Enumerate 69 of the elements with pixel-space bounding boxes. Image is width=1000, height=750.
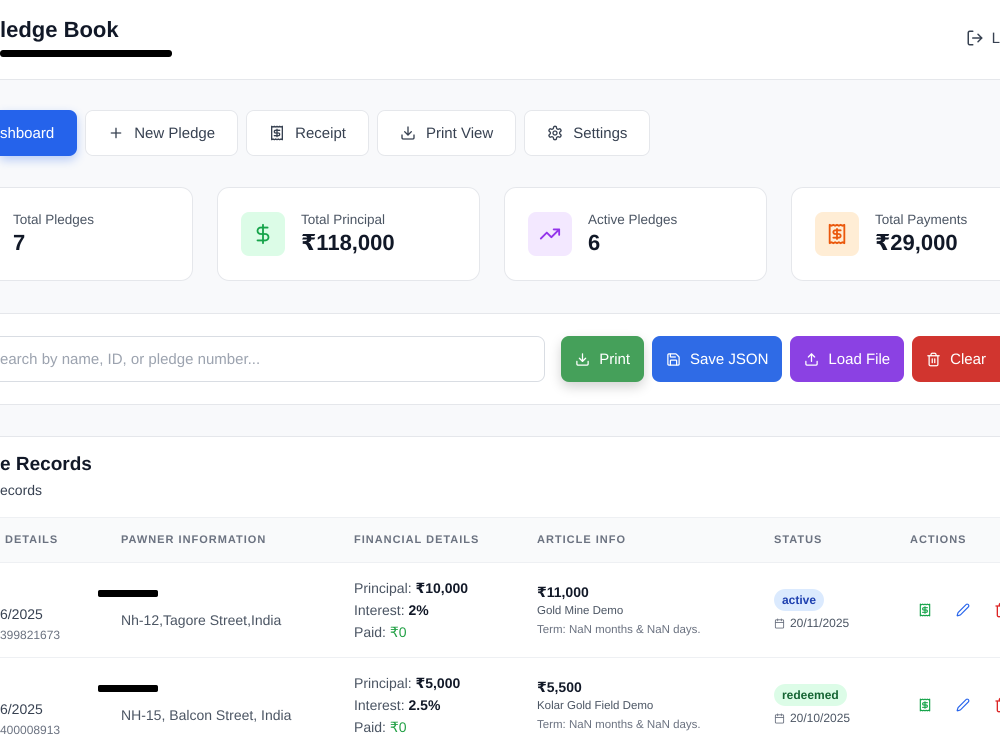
article-value: ₹5,500 — [537, 678, 583, 696]
dollar-icon — [241, 212, 285, 256]
interest-line: Interest: 2% — [354, 601, 430, 620]
toolbar-button[interactable]: Save JSON — [652, 336, 782, 382]
nav-button[interactable]: Receipt — [246, 110, 369, 156]
trend-up-icon — [528, 212, 572, 256]
pledge-number: 399821673 — [0, 627, 62, 644]
stat-value: 7 — [13, 229, 26, 257]
paid-line: Paid: ₹0 — [354, 623, 408, 642]
stat-label: Active Pledges — [588, 211, 678, 229]
download-icon — [400, 125, 416, 141]
column-header: ACTIONS — [910, 534, 968, 546]
trash-icon[interactable] — [994, 602, 1000, 618]
column-header: FINANCIAL DETAILS — [354, 534, 480, 546]
stat-label: Total Pledges — [13, 211, 94, 229]
status-badge: redeemed — [774, 684, 847, 706]
receipt-icon[interactable] — [918, 603, 932, 617]
principal-line: Principal: ₹5,000 — [354, 674, 462, 693]
app-title: ledge Book — [0, 17, 120, 43]
receipt-icon — [815, 212, 859, 256]
stat-label: Total Principal — [301, 211, 386, 229]
stat-label: Total Payments — [875, 211, 968, 229]
calendar-icon — [774, 712, 785, 724]
search-field[interactable]: earch by name, ID, or pledge number... — [0, 336, 546, 382]
download-icon — [575, 352, 590, 366]
logout-button[interactable]: L — [966, 29, 1000, 47]
stat-value: ₹118,000 — [301, 229, 395, 257]
redaction-bar — [98, 590, 158, 597]
redaction-bar — [98, 685, 158, 692]
stat-value: 6 — [588, 229, 602, 257]
interest-line: Interest: 2.5% — [354, 696, 442, 715]
logout-icon — [966, 29, 984, 47]
article-name: Gold Mine Demo — [537, 604, 624, 618]
pledge-number: 400008913 — [0, 722, 62, 739]
article-value: ₹11,000 — [537, 582, 590, 602]
calendar-icon — [774, 618, 785, 628]
record-count: ecords — [0, 481, 44, 499]
paid-line: Paid: ₹0 — [354, 718, 408, 737]
nav-button[interactable]: Print View — [376, 110, 516, 156]
trash-icon — [926, 352, 942, 366]
nav-button[interactable]: shboard — [0, 110, 78, 156]
pledge-date: 6/2025 — [0, 605, 44, 624]
toolbar-button[interactable]: Load File — [790, 336, 904, 382]
due-date: 20/11/2025 — [790, 615, 850, 631]
pledge-date: 6/2025 — [0, 700, 44, 719]
nav-button[interactable]: New Pledge — [85, 110, 238, 156]
pencil-icon[interactable] — [956, 603, 970, 617]
article-term: Term: NaN months & NaN days. — [537, 718, 702, 732]
trash-icon[interactable] — [994, 697, 1000, 713]
column-header: PAWNER INFORMATION — [121, 534, 268, 546]
upload-icon — [804, 352, 820, 366]
toolbar-button[interactable]: Clear — [912, 336, 1000, 382]
nav-button[interactable]: Settings — [524, 110, 650, 156]
column-header: STATUS — [774, 534, 824, 546]
column-header: DETAILS — [4, 534, 60, 546]
receipt-icon — [269, 125, 286, 141]
principal-line: Principal: ₹10,000 — [354, 579, 470, 598]
section-title: e Records — [0, 453, 93, 477]
pawner-address: NH-15, Balcon Street, India — [121, 706, 292, 725]
stat-value: ₹29,000 — [875, 229, 959, 257]
article-term: Term: NaN months & NaN days. — [537, 622, 702, 638]
status-badge: active — [774, 589, 824, 611]
pencil-icon[interactable] — [956, 698, 970, 712]
article-name: Kolar Gold Field Demo — [537, 698, 654, 714]
settings-icon — [547, 125, 564, 141]
pawner-address: Nh-12,Tagore Street,India — [121, 611, 282, 630]
receipt-icon[interactable] — [918, 698, 932, 712]
due-date: 20/10/2025 — [790, 710, 850, 726]
column-header: ARTICLE INFO — [537, 534, 627, 546]
